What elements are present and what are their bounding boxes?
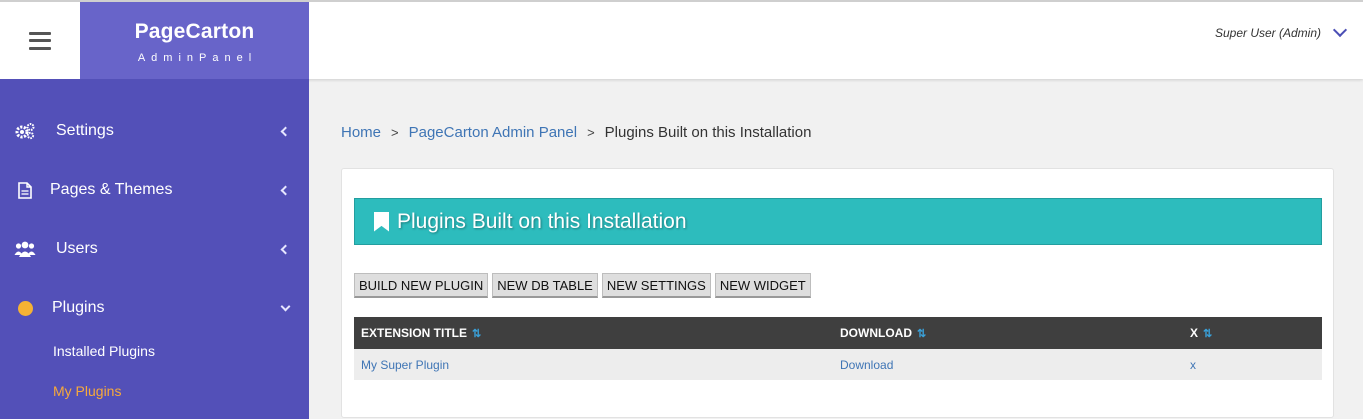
sort-icon: ⇅ <box>1203 327 1213 340</box>
breadcrumb-separator: > <box>391 125 399 140</box>
sort-icon: ⇅ <box>917 327 927 340</box>
table-cell-title: My Super Plugin <box>361 349 449 380</box>
dot-icon <box>14 298 36 318</box>
sidebar-item-plugins[interactable]: Plugins <box>0 288 309 328</box>
users-icon <box>14 239 36 259</box>
brand-name: PageCarton <box>134 20 255 43</box>
table-cell-download: Download <box>840 349 893 380</box>
content-panel: Plugins Built on this Installation BUILD… <box>341 168 1334 418</box>
new-db-table-button[interactable]: NEW DB TABLE <box>492 273 598 298</box>
sidebar-item-users[interactable]: Users <box>0 229 309 269</box>
chevron-down-icon[interactable] <box>1332 22 1348 38</box>
brand-logo[interactable]: PageCarton AdminPanel <box>80 2 309 79</box>
sidebar-item-label: Pages & Themes <box>50 181 173 198</box>
document-icon <box>14 180 36 200</box>
user-menu[interactable]: Super User (Admin) <box>1214 22 1348 40</box>
delete-link[interactable]: x <box>1190 358 1196 372</box>
plugin-title-link[interactable]: My Super Plugin <box>361 358 449 372</box>
column-header-label: EXTENSION TITLE <box>361 326 468 340</box>
table-header: EXTENSION TITLE ⇅ DOWNLOAD ⇅ X ⇅ <box>354 317 1322 349</box>
table-cell-x: x <box>1190 349 1196 380</box>
column-header-extension-title[interactable]: EXTENSION TITLE ⇅ <box>361 317 481 349</box>
bookmark-icon <box>374 211 389 232</box>
new-widget-button[interactable]: NEW WIDGET <box>714 273 811 298</box>
sidebar-subitem-my-plugins[interactable]: My Plugins <box>53 383 121 399</box>
chevron-down-icon <box>280 301 291 311</box>
column-header-label: X <box>1190 326 1199 340</box>
chevron-left-icon <box>280 244 291 254</box>
sidebar-item-pages-themes[interactable]: Pages & Themes <box>0 170 309 210</box>
sidebar-item-settings[interactable]: Settings <box>0 111 309 151</box>
plugins-table: EXTENSION TITLE ⇅ DOWNLOAD ⇅ X ⇅ My Supe… <box>354 317 1322 380</box>
breadcrumb-admin-panel-link[interactable]: PageCarton Admin Panel <box>409 124 577 141</box>
chevron-left-icon <box>280 185 291 195</box>
sidebar: Settings Pages & Themes Users Plugins In… <box>0 79 309 419</box>
sidebar-item-label: Settings <box>56 122 114 139</box>
build-new-plugin-button[interactable]: BUILD NEW PLUGIN <box>354 273 489 298</box>
table-row: My Super Plugin Download x <box>354 349 1322 380</box>
column-header-download[interactable]: DOWNLOAD ⇅ <box>840 317 926 349</box>
hamburger-icon <box>29 31 51 50</box>
breadcrumb: Home > PageCarton Admin Panel > Plugins … <box>341 124 811 141</box>
column-header-label: DOWNLOAD <box>840 326 912 340</box>
sidebar-item-label: Plugins <box>52 299 105 316</box>
user-name: Super User (Admin) <box>1214 26 1321 40</box>
panel-header: Plugins Built on this Installation <box>354 198 1322 245</box>
breadcrumb-separator: > <box>587 125 595 140</box>
brand-subtitle: AdminPanel <box>137 52 258 64</box>
download-link[interactable]: Download <box>840 358 893 372</box>
chevron-left-icon <box>280 126 291 136</box>
menu-toggle-button[interactable] <box>0 2 80 79</box>
gears-icon <box>14 121 36 141</box>
top-bar: PageCarton AdminPanel Super User (Admin) <box>0 0 1363 79</box>
sidebar-subitem-installed-plugins[interactable]: Installed Plugins <box>53 343 155 359</box>
action-buttons: BUILD NEW PLUGIN NEW DB TABLE NEW SETTIN… <box>354 273 811 298</box>
breadcrumb-current: Plugins Built on this Installation <box>604 124 812 141</box>
sort-icon: ⇅ <box>472 327 482 340</box>
breadcrumb-home-link[interactable]: Home <box>341 124 381 141</box>
sidebar-item-label: Users <box>56 240 98 257</box>
new-settings-button[interactable]: NEW SETTINGS <box>601 273 711 298</box>
page-title: Plugins Built on this Installation <box>397 209 687 233</box>
column-header-x[interactable]: X ⇅ <box>1190 317 1212 349</box>
